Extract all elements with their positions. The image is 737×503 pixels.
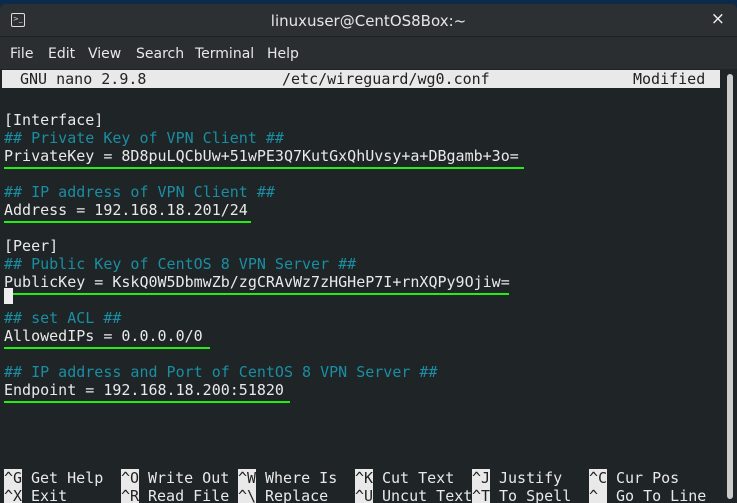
nano-editor[interactable]: GNU nano 2.9.8 /etc/wireguard/wg0.conf M…: [0, 69, 737, 503]
highlight-underline: [4, 401, 290, 403]
shortcut-label: Get Help: [31, 469, 104, 487]
config-comment: ## IP address of VPN Client ##: [4, 183, 275, 201]
shortcut-key: ^_: [589, 487, 608, 503]
highlight-underline: [4, 347, 210, 349]
shortcut-label: To Spell: [499, 487, 572, 503]
nano-status-bar: GNU nano 2.9.8 /etc/wireguard/wg0.conf M…: [2, 70, 720, 88]
shortcut-key: ^T: [472, 487, 491, 503]
shortcut-label: Cut Text: [382, 469, 455, 487]
config-line: [Peer]: [4, 237, 59, 255]
shortcut-label: Where Is: [265, 469, 338, 487]
menu-terminal[interactable]: Terminal: [195, 46, 254, 62]
config-line: [Interface]: [4, 111, 104, 129]
config-comment: ## set ACL ##: [4, 309, 122, 327]
highlight-underline: [4, 167, 524, 169]
menu-help[interactable]: Help: [267, 46, 299, 62]
shortcut-label: Uncut Text: [382, 487, 473, 503]
shortcut-label: Write Out: [148, 469, 230, 487]
config-comment: ## IP address and Port of CentOS 8 VPN S…: [4, 363, 438, 381]
shortcut-label: Exit: [31, 487, 68, 503]
config-comment: ## Private Key of VPN Client ##: [4, 129, 284, 147]
shortcut-key: ^C: [589, 469, 608, 487]
config-line: AllowedIPs = 0.0.0.0/0: [4, 327, 203, 345]
file-path: /etc/wireguard/wg0.conf: [282, 70, 490, 88]
shortcut-key: ^W: [238, 469, 257, 487]
shortcut-key: ^O: [121, 469, 140, 487]
config-line: Address = 192.168.18.201/24: [4, 201, 248, 219]
menu-view[interactable]: View: [88, 46, 121, 62]
shortcut-key: ^\: [238, 487, 257, 503]
nano-version: GNU nano 2.9.8: [20, 70, 147, 88]
shortcut-label: Go To Line: [616, 487, 707, 503]
config-line: Endpoint = 192.168.18.200:51820: [4, 381, 284, 399]
window-title: linuxuser@CentOS8Box:~: [270, 12, 467, 30]
config-comment: ## Public Key of CentOS 8 VPN Server ##: [4, 255, 357, 273]
close-icon[interactable]: ×: [711, 9, 725, 29]
shortcut-label: Cur Pos: [616, 469, 680, 487]
shortcut-key: ^K: [355, 469, 374, 487]
config-line: PrivateKey = 8D8puLQCbUw+51wPE3Q7KutGxQh…: [4, 147, 519, 165]
scrollbar[interactable]: [727, 74, 733, 499]
shortcut-key: ^J: [472, 469, 491, 487]
shortcut-key: ^G: [4, 469, 23, 487]
menu-search[interactable]: Search: [136, 46, 184, 62]
title-bar: >_ linuxuser@CentOS8Box:~ ×: [0, 4, 737, 37]
menu-bar: File Edit View Search Terminal Help: [0, 38, 737, 69]
shortcut-key: ^X: [4, 487, 23, 503]
shortcut-key: ^U: [355, 487, 374, 503]
highlight-underline: [4, 293, 509, 295]
shortcut-label: Justify: [499, 469, 563, 487]
shortcut-key: ^R: [121, 487, 140, 503]
shortcut-label: Read File: [148, 487, 230, 503]
menu-file[interactable]: File: [10, 46, 33, 62]
shortcut-label: Replace: [265, 487, 329, 503]
modified-status: Modified: [633, 70, 706, 88]
menu-edit[interactable]: Edit: [48, 46, 75, 62]
terminal-window: >_ linuxuser@CentOS8Box:~ × File Edit Vi…: [0, 4, 737, 503]
highlight-underline: [4, 221, 251, 223]
text-cursor: [4, 288, 13, 304]
config-line: PublicKey = KskQ0W5DbmwZb/zgCRAvWz7zHGHe…: [4, 273, 510, 291]
